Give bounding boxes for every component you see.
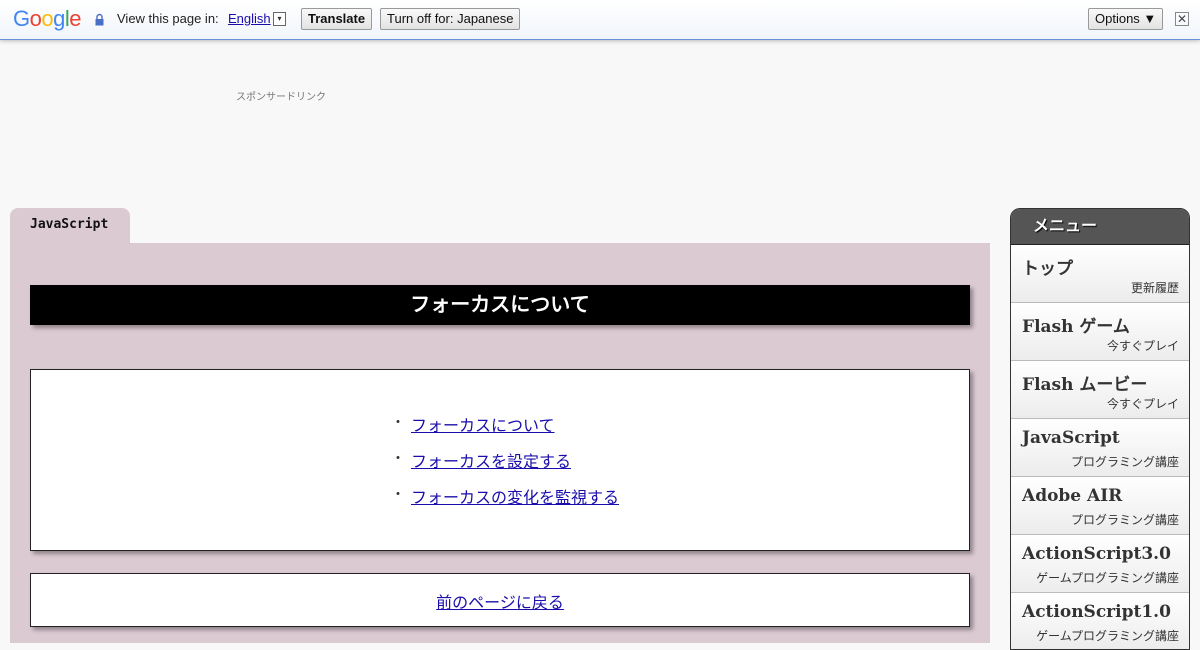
close-icon[interactable]: ✕ <box>1175 12 1189 26</box>
menu-item-subtitle: 今すぐプレイ <box>1106 397 1179 411</box>
menu-item-subtitle: 更新履歴 <box>1130 281 1179 295</box>
translate-button[interactable]: Translate <box>301 8 373 30</box>
menu-item-title: Flash ムービー <box>1022 375 1148 395</box>
menu-item-actionscript1[interactable]: ActionScript1.0 ゲームプログラミング講座 <box>1011 593 1189 649</box>
lock-icon <box>95 13 104 26</box>
menu-item-subtitle: プログラミング講座 <box>1070 455 1179 469</box>
back-box: 前のページに戻る <box>30 573 970 627</box>
menu-item-subtitle: ゲームプログラミング講座 <box>1036 571 1179 585</box>
logo-letter: o <box>41 6 54 31</box>
menu-item-title: Flash ゲーム <box>1022 317 1130 337</box>
bullet: ・ <box>391 415 405 431</box>
tab-label: JavaScript <box>30 217 109 232</box>
menu-item-top[interactable]: トップ 更新履歴 <box>1011 245 1189 303</box>
sponsor-label: スポンサードリンク <box>236 92 326 103</box>
options-button[interactable]: Options ▼ <box>1088 8 1164 30</box>
menu-item-flash-game[interactable]: Flash ゲーム 今すぐプレイ <box>1011 303 1189 361</box>
language-dropdown-icon[interactable]: ▾ <box>273 12 286 26</box>
logo-letter: g <box>53 6 65 31</box>
google-logo: Google <box>13 6 82 32</box>
translate-label: View this page in: <box>117 11 219 26</box>
menu-item-flash-movie[interactable]: Flash ムービー 今すぐプレイ <box>1011 361 1189 419</box>
menu-item-title: Adobe AIR <box>1022 486 1123 506</box>
menu-item-title: JavaScript <box>1022 428 1120 448</box>
logo-letter: o <box>29 6 42 31</box>
side-menu: メニュー トップ 更新履歴 Flash ゲーム 今すぐプレイ Flash ムービ… <box>1010 208 1190 650</box>
toc-link[interactable]: フォーカスについて <box>411 412 555 436</box>
bullet: ・ <box>391 487 405 503</box>
menu-item-adobe-air[interactable]: Adobe AIR プログラミング講座 <box>1011 477 1189 535</box>
language-link[interactable]: English <box>228 11 271 26</box>
page-title: フォーカスについて <box>30 285 970 325</box>
menu-item-title: ActionScript3.0 <box>1022 544 1171 564</box>
menu-item-title: トップ <box>1022 259 1073 279</box>
toc-link[interactable]: フォーカスの変化を監視する <box>411 484 619 508</box>
menu-item-subtitle: 今すぐプレイ <box>1106 339 1179 353</box>
translate-bar: Google View this page in: English ▾ Tran… <box>0 0 1200 40</box>
menu-item-javascript[interactable]: JavaScript プログラミング講座 <box>1011 419 1189 477</box>
toc-box: ・ フォーカスについて ・ フォーカスを設定する ・ フォーカスの変化を監視する <box>30 369 970 551</box>
logo-letter: G <box>13 6 30 31</box>
section-tab: JavaScript <box>10 208 130 244</box>
turn-off-button[interactable]: Turn off for: Japanese <box>380 8 521 30</box>
menu-header: メニュー <box>1011 209 1189 245</box>
logo-letter: e <box>69 6 82 31</box>
menu-item-title: ActionScript1.0 <box>1022 602 1171 622</box>
back-link[interactable]: 前のページに戻る <box>436 589 564 613</box>
menu-item-subtitle: プログラミング講座 <box>1070 513 1179 527</box>
bullet: ・ <box>391 451 405 467</box>
toc-link[interactable]: フォーカスを設定する <box>411 448 571 472</box>
menu-item-actionscript3[interactable]: ActionScript3.0 ゲームプログラミング講座 <box>1011 535 1189 593</box>
